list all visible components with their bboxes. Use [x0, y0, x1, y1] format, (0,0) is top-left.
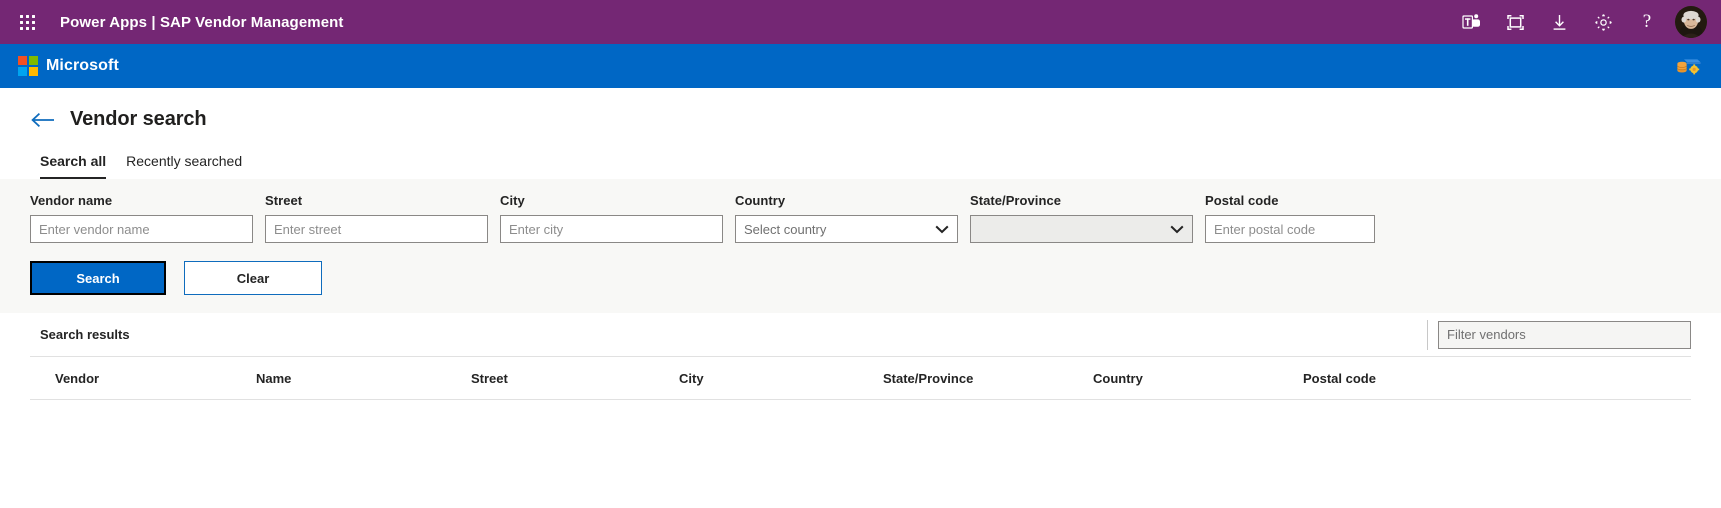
- back-button[interactable]: [30, 111, 56, 129]
- vendors-table: Vendor Name Street City State/Province C…: [30, 357, 1691, 470]
- column-header-country[interactable]: Country: [1093, 357, 1303, 400]
- label-city: City: [500, 193, 525, 208]
- toolbar-divider: [1427, 319, 1428, 350]
- clear-button[interactable]: Clear: [184, 261, 322, 295]
- tab-recently-searched[interactable]: Recently searched: [116, 147, 252, 179]
- waffle-icon: [19, 14, 35, 30]
- chevron-down-icon: [935, 222, 949, 236]
- avatar[interactable]: [1675, 6, 1707, 38]
- power-apps-title: Power Apps | SAP Vendor Management: [60, 13, 344, 31]
- tab-search-all-label: Search all: [40, 153, 107, 169]
- results-toolbar-right: [1427, 313, 1691, 356]
- page-title: Vendor search: [70, 108, 207, 130]
- search-button-label: Search: [76, 270, 120, 286]
- tab-search-all[interactable]: Search all: [30, 147, 116, 179]
- help-icon[interactable]: ?: [1625, 0, 1669, 44]
- microsoft-brand-bar: Microsoft: [0, 44, 1721, 88]
- results-toolbar: Search results: [30, 313, 1691, 357]
- column-header-city[interactable]: City: [679, 357, 883, 400]
- tab-recently-searched-label: Recently searched: [126, 153, 243, 169]
- field-vendor-name: Vendor name: [30, 193, 253, 243]
- search-form-panel: Vendor name Street City Country Select c…: [0, 179, 1721, 313]
- top-bar-actions: ?: [1449, 0, 1709, 44]
- column-header-postal-code[interactable]: Postal code: [1303, 357, 1691, 400]
- search-field-row: Vendor name Street City Country Select c…: [30, 193, 1691, 243]
- field-state-province: State/Province: [970, 193, 1193, 243]
- data-settings-icon[interactable]: [1673, 56, 1703, 76]
- microsoft-logo-group[interactable]: Microsoft: [18, 56, 119, 76]
- gear-icon[interactable]: [1581, 0, 1625, 44]
- column-header-vendor[interactable]: Vendor: [30, 357, 256, 400]
- download-icon[interactable]: [1537, 0, 1581, 44]
- country-select-value: Select country: [744, 221, 827, 237]
- label-state-province: State/Province: [970, 193, 1062, 208]
- app-launcher-button[interactable]: [10, 0, 44, 44]
- column-header-street[interactable]: Street: [471, 357, 679, 400]
- help-glyph: ?: [1642, 11, 1652, 32]
- label-vendor-name: Vendor name: [30, 193, 113, 208]
- label-postal-code: Postal code: [1205, 193, 1279, 208]
- power-apps-top-bar: Power Apps | SAP Vendor Management ?: [0, 0, 1721, 44]
- vendors-table-body: [30, 399, 1691, 470]
- label-country: Country: [735, 193, 786, 208]
- results-title: Search results: [40, 327, 130, 342]
- form-action-row: Search Clear: [30, 261, 1691, 295]
- vendor-name-input[interactable]: [30, 215, 253, 243]
- tab-list: Search all Recently searched: [0, 147, 1721, 179]
- search-button[interactable]: Search: [30, 261, 166, 295]
- clear-button-label: Clear: [236, 270, 270, 286]
- country-select[interactable]: Select country: [735, 215, 958, 243]
- field-city: City: [500, 193, 723, 243]
- state-province-select: [970, 215, 1193, 243]
- microsoft-logo-icon: [18, 56, 38, 76]
- field-street: Street: [265, 193, 488, 243]
- teams-icon[interactable]: [1449, 0, 1493, 44]
- vendors-table-head: Vendor Name Street City State/Province C…: [30, 357, 1691, 400]
- city-input[interactable]: [500, 215, 723, 243]
- brand-bar-actions: [1673, 56, 1703, 76]
- fullscreen-icon[interactable]: [1493, 0, 1537, 44]
- chevron-down-icon: [1170, 222, 1184, 236]
- field-country: Country Select country: [735, 193, 958, 243]
- street-input[interactable]: [265, 215, 488, 243]
- column-header-name[interactable]: Name: [256, 357, 471, 400]
- label-street: Street: [265, 193, 303, 208]
- column-header-state-province[interactable]: State/Province: [883, 357, 1093, 400]
- field-postal-code: Postal code: [1205, 193, 1375, 243]
- search-results-section: Search results Vendor Name Street City S…: [0, 313, 1721, 470]
- table-header-row: Vendor Name Street City State/Province C…: [30, 357, 1691, 400]
- microsoft-brand-label: Microsoft: [46, 57, 119, 74]
- page-header: Vendor search: [0, 88, 1721, 131]
- postal-code-input[interactable]: [1205, 215, 1375, 243]
- filter-vendors-input[interactable]: [1438, 320, 1691, 349]
